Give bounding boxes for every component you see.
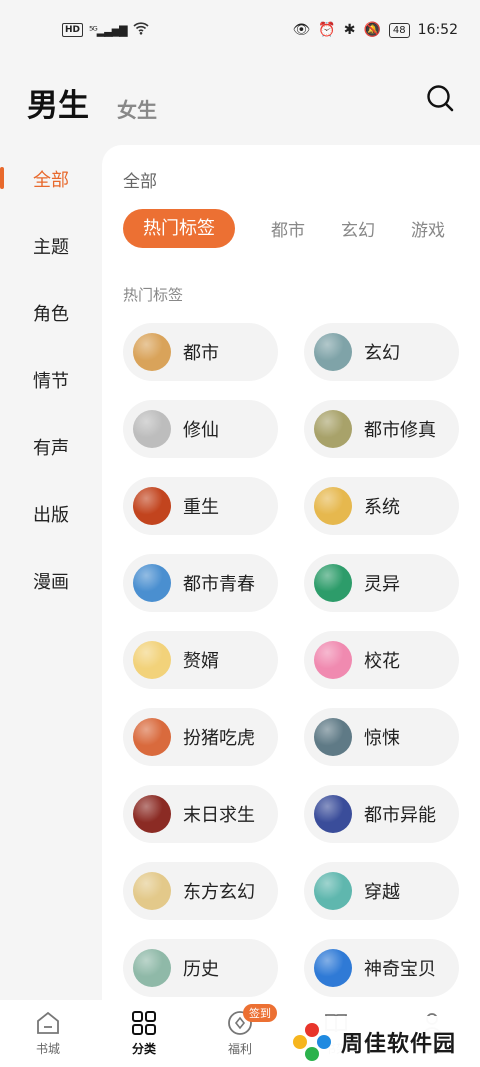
hd-icon: HD [62, 23, 84, 37]
tag-label: 重生 [183, 497, 219, 518]
tag-label: 修仙 [183, 420, 219, 441]
watermark-text: 周佳软件园 [341, 1031, 457, 1057]
gender-tabs: 男生 女生 [27, 80, 157, 125]
tag-avatar-icon [314, 641, 352, 679]
watermark: 周佳软件园 [285, 1016, 480, 1067]
tag-label: 都市异能 [364, 805, 436, 826]
tag-item[interactable]: 神奇宝贝 [304, 939, 459, 997]
nav-welfare[interactable]: 签到 福利 [192, 1000, 288, 1067]
tag-avatar-icon [314, 487, 352, 525]
section-title: 全部 [123, 172, 157, 192]
tab-male[interactable]: 男生 [27, 80, 89, 125]
nav-category[interactable]: 分类 [96, 1000, 192, 1067]
signal-icon: ⁵ᴳ▂▃▅▇ [89, 23, 128, 37]
status-bar: HD ⁵ᴳ▂▃▅▇ 👁 ⏰ ✱ 🔕 48 16:52 [0, 0, 480, 60]
tag-item[interactable]: 系统 [304, 477, 459, 535]
tag-label: 灵异 [364, 574, 400, 595]
mute-icon: 🔕 [363, 22, 381, 38]
tab-female[interactable]: 女生 [117, 94, 157, 125]
tag-item[interactable]: 都市修真 [304, 400, 459, 458]
tag-label: 神奇宝贝 [364, 959, 436, 980]
tag-avatar-icon [133, 641, 171, 679]
bluetooth-icon: ✱ [343, 22, 356, 38]
tag-item[interactable]: 校花 [304, 631, 459, 689]
tag-label: 扮猪吃虎 [183, 728, 255, 749]
tag-avatar-icon [133, 872, 171, 910]
tag-avatar-icon [314, 564, 352, 602]
clock: 16:52 [417, 22, 458, 38]
tag-avatar-icon [133, 718, 171, 756]
sidebar-item-plot[interactable]: 情节 [0, 346, 102, 413]
tag-item[interactable]: 灵异 [304, 554, 459, 612]
tag-item[interactable]: 修仙 [123, 400, 278, 458]
tag-avatar-icon [314, 949, 352, 987]
tag-label: 都市青春 [183, 574, 255, 595]
tag-avatar-icon [314, 795, 352, 833]
tag-item[interactable]: 扮猪吃虎 [123, 708, 278, 766]
tag-grid: 都市 玄幻修仙 都市修真重生 系统都市青春 灵异赘婿 校花扮猪吃虎 惊悚末日求生 都市异能东方… [123, 323, 480, 997]
house-icon [37, 1011, 59, 1034]
chip-city[interactable]: 都市 [271, 216, 305, 241]
category-sidebar: 全部 主题 角色 情节 有声 出版 漫画 [0, 145, 102, 614]
tag-label: 东方玄幻 [183, 882, 255, 903]
tag-panel: 全部 热门标签 都市 玄幻 游戏 热门标签 都市 玄幻 修仙 都市修真 重生 系统 都市青春… [102, 145, 480, 1005]
tag-item[interactable]: 赘婿 [123, 631, 278, 689]
nav-label: 福利 [227, 1042, 252, 1056]
tag-avatar-icon [314, 872, 352, 910]
sidebar-item-role[interactable]: 角色 [0, 279, 102, 346]
chip-game[interactable]: 游戏 [411, 216, 445, 241]
tag-avatar-icon [133, 410, 171, 448]
tag-label: 校花 [364, 651, 400, 672]
tag-item[interactable]: 惊悚 [304, 708, 459, 766]
tag-label: 末日求生 [183, 805, 255, 826]
nav-bookstore[interactable]: 书城 [0, 1000, 96, 1067]
tag-label: 历史 [183, 959, 219, 980]
tag-avatar-icon [314, 410, 352, 448]
chip-hot-tags[interactable]: 热门标签 [123, 209, 235, 248]
tag-avatar-icon [133, 487, 171, 525]
tag-label: 赘婿 [183, 651, 219, 672]
search-icon[interactable] [426, 84, 454, 112]
tag-label: 惊悚 [364, 728, 400, 749]
sidebar-item-audio[interactable]: 有声 [0, 413, 102, 480]
tag-item[interactable]: 末日求生 [123, 785, 278, 843]
tag-avatar-icon [133, 564, 171, 602]
chip-bar: 热门标签 都市 玄幻 游戏 [123, 209, 445, 248]
subsection-title: 热门标签 [123, 286, 184, 304]
tag-label: 系统 [364, 497, 400, 518]
tag-item[interactable]: 东方玄幻 [123, 862, 278, 920]
nav-label: 分类 [131, 1042, 156, 1056]
wifi-icon [133, 21, 149, 39]
tag-item[interactable]: 穿越 [304, 862, 459, 920]
tag-label: 都市修真 [364, 420, 436, 441]
eye-icon: 👁 [292, 22, 311, 38]
tag-label: 玄幻 [364, 343, 400, 364]
tag-label: 穿越 [364, 882, 400, 903]
tag-item[interactable]: 都市青春 [123, 554, 278, 612]
tag-avatar-icon [133, 795, 171, 833]
chip-fantasy[interactable]: 玄幻 [341, 216, 375, 241]
sidebar-item-comic[interactable]: 漫画 [0, 547, 102, 614]
tag-item[interactable]: 重生 [123, 477, 278, 535]
tag-avatar-icon [314, 333, 352, 371]
tag-label: 都市 [183, 343, 219, 364]
watermark-logo-icon [293, 1022, 331, 1061]
tag-item[interactable]: 历史 [123, 939, 278, 997]
sidebar-item-publish[interactable]: 出版 [0, 480, 102, 547]
alarm-icon: ⏰ [318, 22, 336, 38]
tag-item[interactable]: 都市异能 [304, 785, 459, 843]
nav-label: 书城 [35, 1042, 60, 1056]
tag-item[interactable]: 都市 [123, 323, 278, 381]
grid-icon [132, 1011, 156, 1035]
battery-icon: 48 [388, 22, 410, 38]
sidebar-item-all[interactable]: 全部 [0, 145, 102, 212]
sidebar-item-theme[interactable]: 主题 [0, 212, 102, 279]
checkin-badge[interactable]: 签到 [243, 1004, 277, 1022]
tag-avatar-icon [133, 333, 171, 371]
tag-item[interactable]: 玄幻 [304, 323, 459, 381]
tag-avatar-icon [133, 949, 171, 987]
tag-avatar-icon [314, 718, 352, 756]
